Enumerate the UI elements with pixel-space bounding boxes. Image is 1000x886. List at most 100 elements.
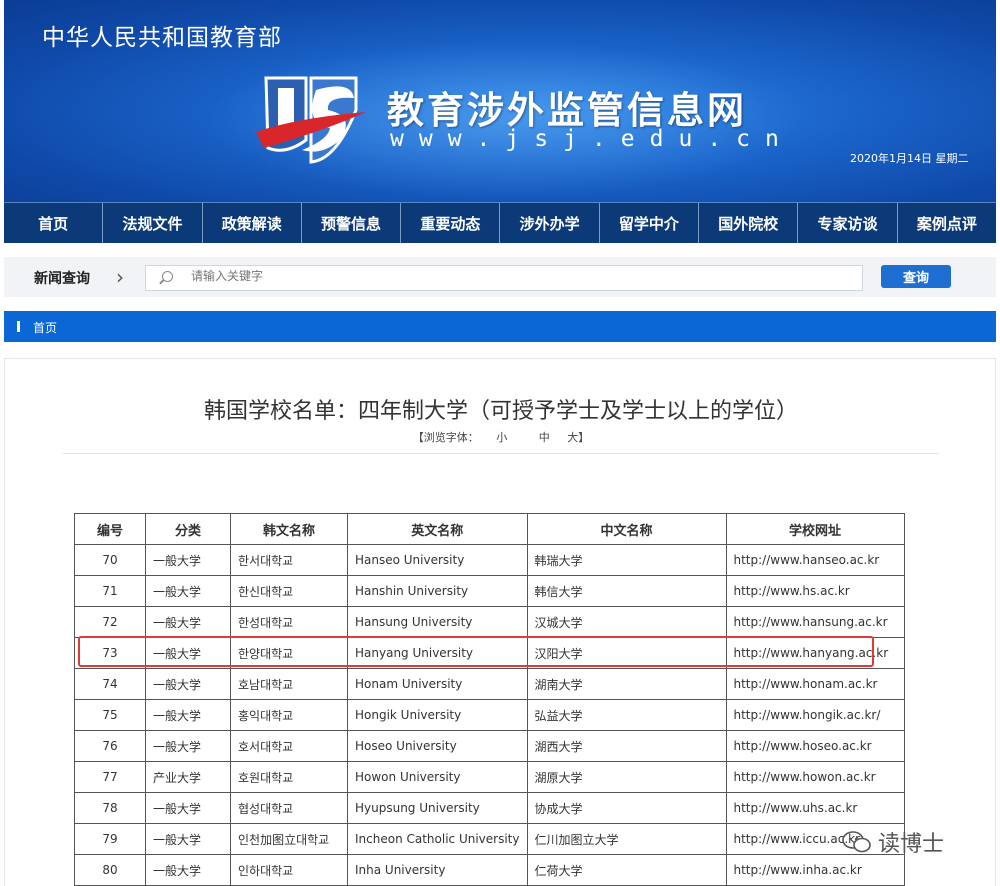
cell-english-name: Hanyang University — [347, 637, 528, 669]
cell-chinese-name: 弘益大学 — [526, 699, 727, 731]
cell-website-link[interactable]: http://www.honam.ac.kr — [725, 668, 905, 700]
cell-website-link[interactable]: http://www.hongik.ac.kr/ — [725, 699, 905, 731]
cell-website-link[interactable]: http://www.hansung.ac.kr — [725, 606, 905, 638]
nav-expert-interviews[interactable]: 专家访谈 — [798, 203, 898, 243]
nav-important-news[interactable]: 重要动态 — [401, 203, 501, 243]
cell-chinese-name: 韩信大学 — [526, 575, 727, 607]
news-search-bar: 新闻查询 › 查询 — [4, 257, 996, 297]
font-size-label: 【浏览字体： — [412, 431, 479, 444]
cell-korean-name: 협성대학교 — [230, 792, 348, 824]
cell-english-name: Hanshin University — [347, 575, 528, 607]
cell-korean-name: 호원대학교 — [230, 761, 348, 793]
nav-regulations[interactable]: 法规文件 — [103, 203, 203, 243]
search-input[interactable] — [191, 269, 791, 283]
search-box[interactable] — [145, 265, 863, 291]
header-banner: 中华人民共和国教育部 教育涉外监管信息网 www.jsj.edu.cn 2020… — [4, 0, 996, 202]
col-header-chinese-name: 中文名称 — [526, 513, 727, 545]
cell-number: 78 — [74, 792, 146, 824]
cell-chinese-name: 湖南大学 — [526, 668, 727, 700]
site-logo-icon[interactable] — [256, 70, 376, 170]
cell-number: 72 — [74, 606, 146, 638]
cell-number: 76 — [74, 730, 146, 762]
breadcrumb-home-link[interactable]: 首页 — [33, 319, 57, 336]
cell-category: 一般大学 — [145, 823, 231, 855]
font-size-large[interactable]: 大】 — [567, 431, 589, 444]
table-row: 79 一般大学 인천加图立대학교 Incheon Catholic Univer… — [74, 823, 905, 855]
cell-chinese-name: 仁荷大学 — [526, 854, 727, 886]
breadcrumb-marker — [17, 321, 20, 332]
cell-english-name: Hansung University — [347, 606, 528, 638]
table-row: 71 一般大学 한신대학교 Hanshin University 韩信大学 ht… — [74, 575, 905, 607]
col-header-category: 分类 — [145, 513, 231, 545]
breadcrumb: 首页 — [4, 311, 996, 342]
cell-number: 70 — [74, 544, 146, 576]
table-row: 78 一般大学 협성대학교 Hyupsung University 协成大学 h… — [74, 792, 905, 824]
search-icon — [162, 271, 173, 282]
table-row: 75 一般大学 홍익대학교 Hongik University 弘益大学 htt… — [74, 699, 905, 731]
title-divider — [63, 453, 939, 454]
cell-korean-name: 홍익대학교 — [230, 699, 348, 731]
cell-category: 一般大学 — [145, 606, 231, 638]
nav-foreign-institutions[interactable]: 国外院校 — [699, 203, 799, 243]
col-header-number: 编号 — [74, 513, 146, 545]
cell-number: 77 — [74, 761, 146, 793]
cell-korean-name: 인천加图立대학교 — [230, 823, 348, 855]
cell-website-link[interactable]: http://www.hanseo.ac.kr — [725, 544, 905, 576]
cell-chinese-name: 协成大学 — [526, 792, 727, 824]
cell-korean-name: 호서대학교 — [230, 730, 348, 762]
cell-website-link[interactable]: http://www.hoseo.ac.kr — [725, 730, 905, 762]
cell-category: 一般大学 — [145, 792, 231, 824]
chevron-right-icon: › — [116, 265, 124, 289]
cell-website-link[interactable]: http://www.uhs.ac.kr — [725, 792, 905, 824]
cell-english-name: Incheon Catholic University — [347, 823, 528, 855]
cell-korean-name: 한성대학교 — [230, 606, 348, 638]
cell-website-link[interactable]: http://www.hanyang.ac.kr — [725, 637, 905, 669]
cell-chinese-name: 韩瑞大学 — [526, 544, 727, 576]
table-row-highlighted: 73 一般大学 한양대학교 Hanyang University 汉阳大学 ht… — [74, 637, 905, 669]
cell-english-name: Inha University — [347, 854, 528, 886]
cell-category: 一般大学 — [145, 544, 231, 576]
font-size-small[interactable]: 小 — [496, 431, 507, 444]
cell-korean-name: 한서대학교 — [230, 544, 348, 576]
cell-english-name: Howon University — [347, 761, 528, 793]
cell-number: 79 — [74, 823, 146, 855]
nav-foreign-schooling[interactable]: 涉外办学 — [500, 203, 600, 243]
search-label: 新闻查询 — [34, 271, 90, 287]
cell-number: 75 — [74, 699, 146, 731]
nav-case-reviews[interactable]: 案例点评 — [898, 203, 996, 243]
cell-category: 产业大学 — [145, 761, 231, 793]
cell-english-name: Hanseo University — [347, 544, 528, 576]
nav-study-abroad-agencies[interactable]: 留学中介 — [600, 203, 700, 243]
current-date: 2020年1月14日 星期二 — [850, 152, 969, 165]
table-row: 70 一般大学 한서대학교 Hanseo University 韩瑞大学 htt… — [74, 544, 905, 576]
cell-website-link[interactable]: http://www.hs.ac.kr — [725, 575, 905, 607]
site-url: www.jsj.edu.cn — [390, 126, 794, 152]
search-button[interactable]: 查询 — [881, 265, 951, 288]
ministry-name: 中华人民共和国教育部 — [42, 25, 282, 51]
cell-korean-name: 인하대학교 — [230, 854, 348, 886]
cell-chinese-name: 仁川加图立大学 — [526, 823, 727, 855]
nav-home[interactable]: 首页 — [4, 203, 104, 243]
cell-category: 一般大学 — [145, 668, 231, 700]
table-row: 77 产业大学 호원대학교 Howon University 湖原大学 http… — [74, 761, 905, 793]
font-size-medium[interactable]: 中 — [539, 431, 550, 444]
font-size-selector: 【浏览字体： 小 中 大】 — [5, 429, 997, 445]
cell-category: 一般大学 — [145, 854, 231, 886]
cell-korean-name: 한신대학교 — [230, 575, 348, 607]
article-title: 韩国学校名单：四年制大学（可授予学士及学士以上的学位） — [203, 399, 798, 424]
cell-category: 一般大学 — [145, 730, 231, 762]
nav-policy-interpretation[interactable]: 政策解读 — [203, 203, 302, 243]
cell-english-name: Hongik University — [347, 699, 528, 731]
col-header-website: 学校网址 — [725, 513, 905, 545]
wechat-watermark: 读博士 — [842, 826, 944, 858]
table-row: 72 一般大学 한성대학교 Hansung University 汉城大学 ht… — [74, 606, 905, 638]
cell-number: 71 — [74, 575, 146, 607]
cell-category: 一般大学 — [145, 637, 231, 669]
cell-chinese-name: 湖原大学 — [526, 761, 727, 793]
cell-website-link[interactable]: http://www.inha.ac.kr — [725, 854, 905, 886]
cell-english-name: Honam University — [347, 668, 528, 700]
nav-warnings[interactable]: 预警信息 — [302, 203, 402, 243]
cell-korean-name: 호남대학교 — [230, 668, 348, 700]
cell-korean-name: 한양대학교 — [230, 637, 348, 669]
cell-website-link[interactable]: http://www.howon.ac.kr — [725, 761, 905, 793]
